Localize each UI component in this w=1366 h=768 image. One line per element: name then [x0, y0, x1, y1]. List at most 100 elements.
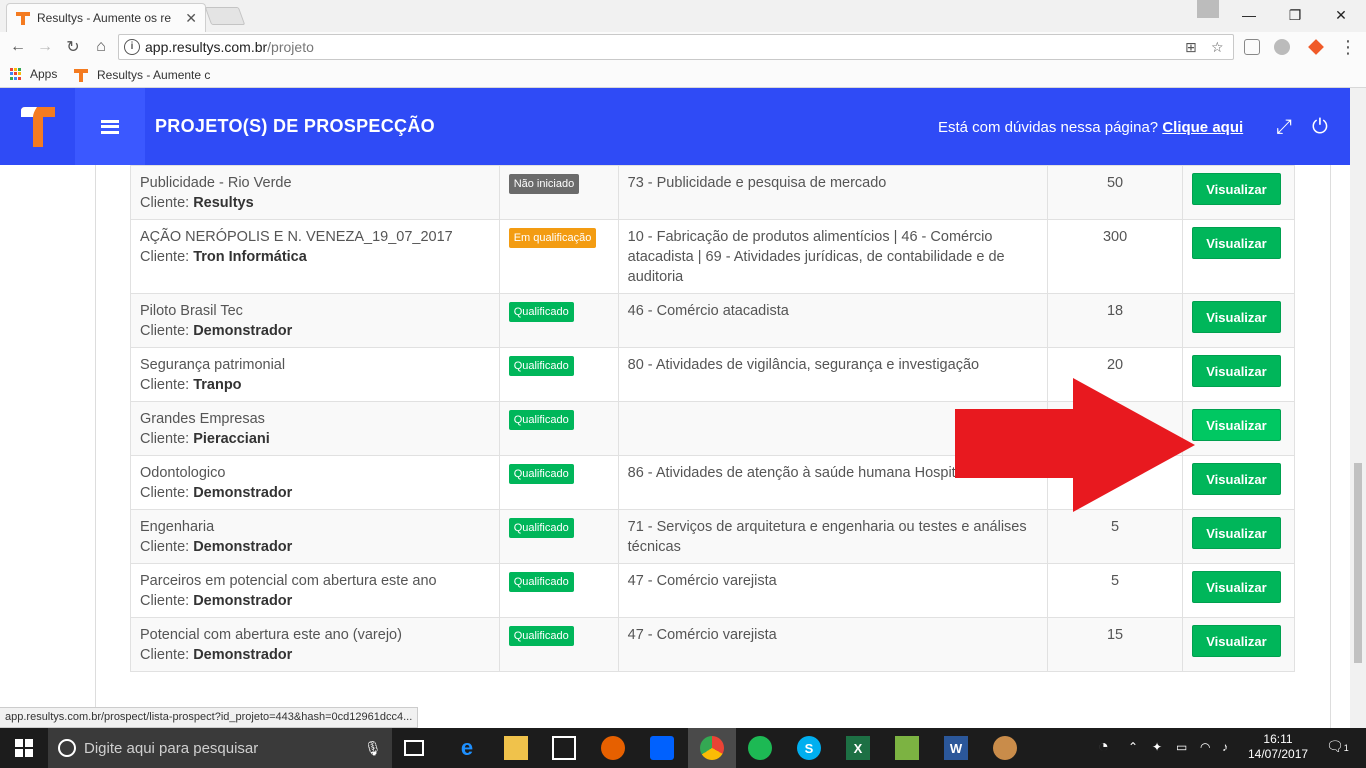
skype-icon[interactable]: S: [797, 736, 821, 760]
word-icon[interactable]: W: [944, 736, 968, 760]
status-cell: Em qualificação: [498, 219, 619, 294]
bookmark-star-icon[interactable]: ☆: [1211, 39, 1224, 56]
chevron-up-icon[interactable]: ⌃: [1128, 740, 1138, 754]
resultys-logo[interactable]: [0, 88, 75, 165]
visualizar-button[interactable]: Visualizar: [1191, 301, 1281, 333]
table-row: Publicidade - Rio Verde Cliente: Resultys…: [130, 165, 1296, 220]
project-cell: Engenharia Cliente: Demonstrador: [130, 509, 500, 564]
bookmark-apps[interactable]: Apps: [10, 67, 57, 81]
translate-icon[interactable]: ⊞: [1185, 39, 1197, 56]
volume-icon[interactable]: ♪: [1222, 740, 1228, 754]
url-host: app.resultys.com.br: [145, 39, 268, 55]
extension-icon[interactable]: [1308, 39, 1324, 55]
edge-icon[interactable]: e: [455, 735, 479, 760]
count-cell: 5: [1047, 509, 1183, 564]
close-tab-icon[interactable]: ✕: [185, 10, 197, 27]
status-cell: Qualificado: [498, 455, 619, 510]
update-icon[interactable]: ◔: [1098, 736, 1109, 757]
resultys-favicon-icon: [74, 69, 88, 82]
spotify-icon[interactable]: [748, 736, 772, 760]
help-link[interactable]: Clique aqui: [1162, 119, 1243, 136]
action-cell: Visualizar: [1181, 563, 1296, 618]
visualizar-button[interactable]: Visualizar: [1191, 173, 1281, 205]
extension-icon[interactable]: [1244, 39, 1260, 55]
extension-icon[interactable]: [1274, 39, 1290, 55]
site-info-icon[interactable]: i: [124, 39, 140, 55]
minimize-icon[interactable]: —: [1226, 0, 1272, 30]
reload-icon[interactable]: ↻: [63, 37, 83, 57]
bookmark-resultys[interactable]: Resultys - Aumente c: [73, 67, 210, 83]
taskbar-clock[interactable]: 16:11 14/07/2017: [1248, 732, 1308, 762]
client-name: Demonstrador: [193, 647, 293, 663]
browser-tab[interactable]: Resultys - Aumente os re ✕: [6, 3, 206, 32]
clock-time: 16:11: [1263, 732, 1293, 746]
sector-cell: 46 - Comércio atacadista: [617, 293, 1049, 348]
bookmark-label: Apps: [30, 67, 58, 81]
project-client: Cliente: Resultys: [140, 193, 490, 213]
project-client: Cliente: Tron Informática: [140, 247, 490, 267]
dropbox-tray-icon[interactable]: ✦: [1152, 740, 1162, 754]
visualizar-button[interactable]: Visualizar: [1191, 409, 1281, 441]
menu-toggle-button[interactable]: [75, 88, 145, 165]
windows-taskbar: Digite aqui para pesquisar 🎙 e S X W ◔ ⌃…: [0, 728, 1366, 768]
excel-icon[interactable]: X: [846, 736, 870, 760]
home-icon[interactable]: ⌂: [91, 37, 111, 57]
close-window-icon[interactable]: ✕: [1318, 0, 1364, 30]
battery-icon[interactable]: ▭: [1176, 740, 1187, 754]
status-badge: Qualificado: [508, 410, 574, 430]
client-name: Pieracciani: [193, 431, 270, 447]
client-name: Resultys: [193, 195, 254, 211]
status-badge: Qualificado: [508, 626, 574, 646]
scrollbar-thumb[interactable]: [1354, 463, 1362, 663]
project-name: Grandes Empresas: [140, 411, 265, 427]
visualizar-button[interactable]: Visualizar: [1191, 355, 1281, 387]
power-icon[interactable]: ⏻: [1312, 116, 1328, 139]
help-text: Está com dúvidas nessa página? Clique aq…: [938, 119, 1243, 136]
status-url: app.resultys.com.br/prospect/lista-prosp…: [0, 707, 419, 728]
menu-dots-icon[interactable]: ⋮: [1338, 37, 1358, 57]
fullscreen-icon[interactable]: ⤢: [1276, 116, 1292, 139]
project-name: Publicidade - Rio Verde: [140, 175, 292, 191]
visualizar-button[interactable]: Visualizar: [1191, 625, 1281, 657]
taskbar-search-placeholder: Digite aqui para pesquisar: [84, 739, 259, 757]
address-bar[interactable]: i app.resultys.com.br/projeto ⊞ ☆: [118, 34, 1234, 60]
back-icon[interactable]: ←: [8, 37, 28, 57]
wifi-icon[interactable]: ◠: [1200, 740, 1210, 754]
tab-title: Resultys - Aumente os re: [37, 11, 172, 25]
status-badge: Qualificado: [508, 302, 574, 322]
paint-icon[interactable]: [993, 736, 1017, 760]
sector-cell: 73 - Publicidade e pesquisa de mercado: [617, 165, 1049, 220]
visualizar-button[interactable]: Visualizar: [1191, 227, 1281, 259]
restore-icon[interactable]: ❐: [1272, 0, 1318, 30]
sector-cell: 47 - Comércio varejista: [617, 563, 1049, 618]
store-icon[interactable]: [552, 736, 576, 760]
table-row: Parceiros em potencial com abertura este…: [130, 563, 1296, 618]
action-cell: Visualizar: [1181, 401, 1296, 456]
notifications-icon[interactable]: 🗨1: [1326, 738, 1349, 755]
forward-icon[interactable]: →: [35, 37, 55, 57]
start-button[interactable]: [0, 728, 48, 768]
sector-cell: 10 - Fabricação de produtos alimentícios…: [617, 219, 1049, 294]
client-name: Demonstrador: [193, 593, 293, 609]
new-tab-button[interactable]: [204, 7, 246, 25]
status-cell: Qualificado: [498, 401, 619, 456]
project-name: Parceiros em potencial com abertura este…: [140, 573, 437, 589]
firefox-icon[interactable]: [601, 736, 625, 760]
visualizar-button[interactable]: Visualizar: [1191, 517, 1281, 549]
visualizar-button[interactable]: Visualizar: [1191, 463, 1281, 495]
status-badge: Qualificado: [508, 518, 574, 538]
dropbox-icon[interactable]: [650, 736, 674, 760]
status-cell: Qualificado: [498, 293, 619, 348]
chrome-icon[interactable]: [700, 736, 724, 760]
task-view-icon[interactable]: [404, 740, 424, 756]
taskbar-search[interactable]: Digite aqui para pesquisar 🎙: [48, 728, 392, 768]
profile-icon[interactable]: [1197, 0, 1219, 18]
project-name: Segurança patrimonial: [140, 357, 286, 373]
visualizar-button[interactable]: Visualizar: [1191, 571, 1281, 603]
chart-app-icon[interactable]: [895, 736, 919, 760]
file-explorer-icon[interactable]: [504, 736, 528, 760]
page-scrollbar[interactable]: [1350, 88, 1366, 728]
table-row: Potencial com abertura este ano (varejo)…: [130, 617, 1296, 672]
microphone-icon[interactable]: 🎙: [364, 740, 382, 757]
windows-logo-icon: [15, 739, 33, 757]
